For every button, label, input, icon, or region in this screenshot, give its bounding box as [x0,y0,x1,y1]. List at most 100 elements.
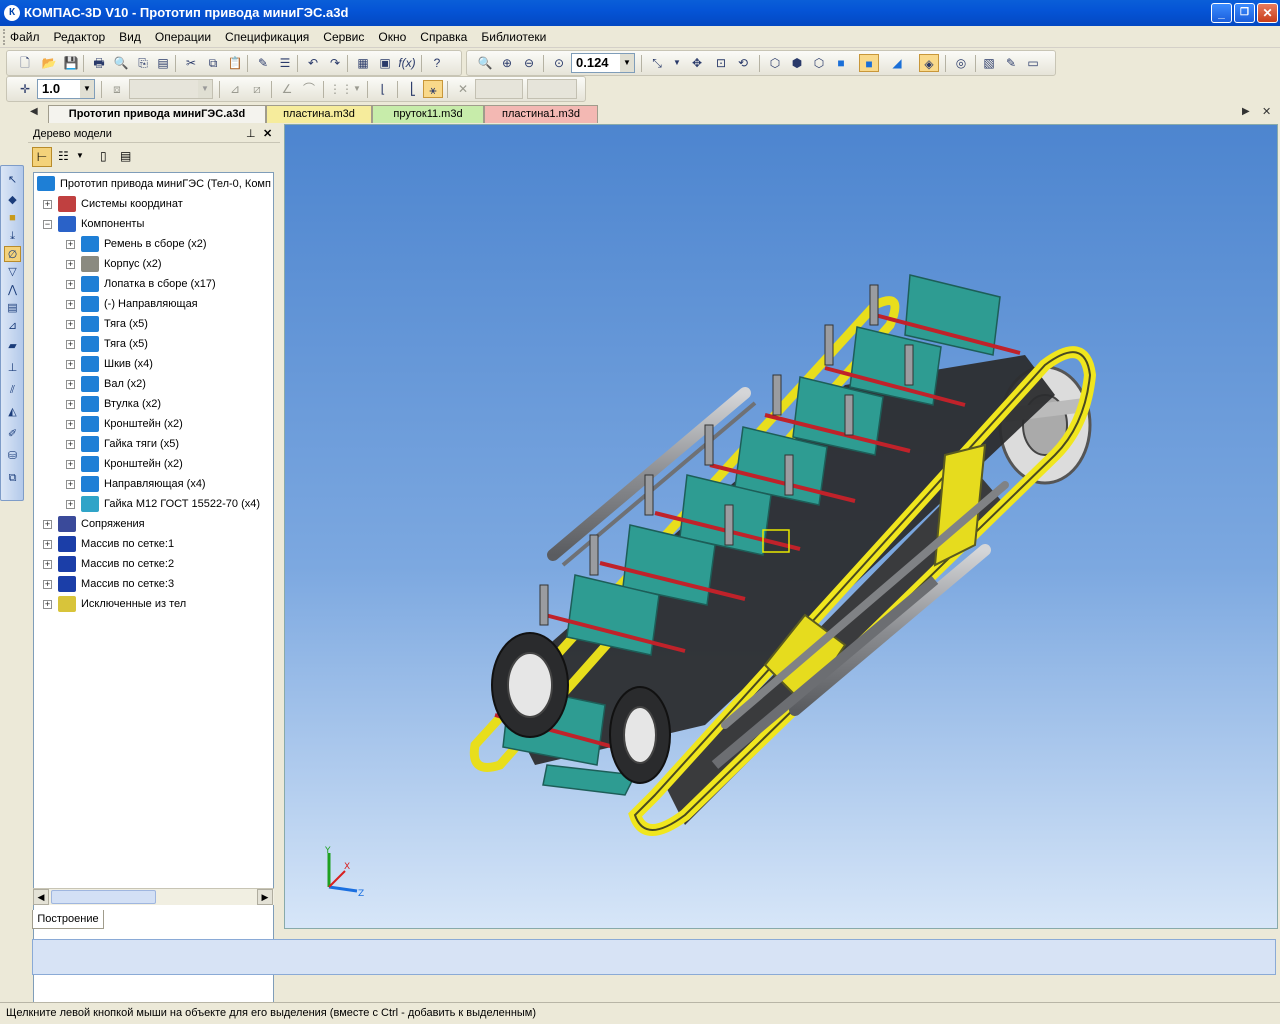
zoom-scale-field[interactable]: 0.124 ▼ [571,53,635,73]
pin-icon[interactable]: ⊥ [246,127,256,140]
expand-icon[interactable]: + [66,380,75,389]
tree-item[interactable]: − Компоненты [34,215,272,233]
cut-icon[interactable]: ✂ [181,54,201,72]
tree-item[interactable]: + Сопряжения [34,515,272,533]
new-document-icon[interactable]: 🗋 [15,54,35,72]
tree-item[interactable]: + Системы координат [34,195,272,213]
tree-item[interactable]: + Кронштейн (x2) [34,455,272,473]
chevron-down-icon[interactable]: ▼ [76,151,84,160]
menu-item[interactable]: Операции [155,30,211,44]
sheet-metal-icon[interactable]: ⛁ [4,448,21,464]
tree-list-icon[interactable]: ▯ [100,149,107,163]
tab-document-assembly[interactable]: Прототип привода миниГЭС.a3d [48,105,266,123]
expand-icon[interactable]: + [66,300,75,309]
ortho-mode-icon[interactable]: ⎣ [403,80,423,98]
dimensions-icon[interactable]: ✐ [4,426,21,442]
tab-document-plastina[interactable]: пластина.m3d [266,105,372,123]
expand-icon[interactable]: + [66,500,75,509]
menu-item[interactable]: Спецификация [225,30,309,44]
zoom-fit-icon[interactable]: ⊡ [711,54,731,72]
open-icon[interactable]: 📂 [39,54,59,72]
specification-icon[interactable]: ▤ [4,300,21,316]
tree-item[interactable]: + Гайка тяги (x5) [34,435,272,453]
tree-item[interactable]: + Массив по сетке:3 [34,575,272,593]
expand-icon[interactable]: + [66,280,75,289]
sketch-icon[interactable]: ◭ [4,404,21,420]
expand-icon[interactable]: + [43,540,52,549]
tree-display-mode-icon[interactable]: ☷ [58,149,69,163]
collapse-icon[interactable]: − [43,220,52,229]
scroll-thumb[interactable] [51,890,156,904]
auxiliary-geometry-icon[interactable]: ⊥ [4,360,21,376]
mates-active-icon[interactable]: ∅ [4,246,21,262]
tree-item[interactable]: + Массив по сетке:1 [34,535,272,553]
perspective-icon[interactable]: ◢ [887,54,907,72]
expand-icon[interactable]: + [66,260,75,269]
line-scale-field[interactable]: 1.0 ▼ [37,79,95,99]
tree-item[interactable]: + Направляющая (x4) [34,475,272,493]
tree-item[interactable]: + Гайка М12 ГОСТ 15522-70 (x4) [34,495,272,513]
tree-item[interactable]: + Тяга (x5) [34,315,272,333]
filter-icon[interactable]: ▽ [4,264,21,280]
3d-viewport[interactable]: Y X Z [284,124,1278,929]
expand-icon[interactable]: + [66,480,75,489]
close-panel-icon[interactable]: ✕ [263,127,272,140]
measure-icon[interactable]: ◎ [951,54,971,72]
tab-construction[interactable]: Построение [32,910,104,929]
variables-icon[interactable]: f(x) [397,54,417,72]
paste-icon[interactable]: 📋 [225,54,245,72]
tree-item[interactable]: + Исключенные из тел [34,595,272,613]
menu-item[interactable]: Редактор [54,30,106,44]
expand-icon[interactable]: + [66,340,75,349]
help-pointer-icon[interactable]: ? [427,54,447,72]
show-all-icon[interactable]: ◈ [919,54,939,72]
tree-item[interactable]: + Лопатка в сборе (x17) [34,275,272,293]
expand-icon[interactable]: + [66,240,75,249]
expand-icon[interactable]: + [66,400,75,409]
close-document-icon[interactable]: ✕ [1262,105,1271,118]
hidden-lines-icon[interactable]: ⬢ [787,54,807,72]
save-icon[interactable]: 💾 [61,54,81,72]
expand-icon[interactable]: + [43,560,52,569]
menu-item[interactable]: Окно [378,30,406,44]
tree-item[interactable]: + Кронштейн (x2) [34,415,272,433]
tree-item[interactable]: + Вал (x2) [34,375,272,393]
tree-item[interactable]: + Шкив (x4) [34,355,272,373]
expand-icon[interactable]: + [43,520,52,529]
wireframe-icon[interactable]: ⬡ [765,54,785,72]
tree-item[interactable]: + Втулка (x2) [34,395,272,413]
menu-item[interactable]: Сервис [323,30,364,44]
print-icon[interactable]: 🖶 [89,54,109,72]
menu-grip[interactable] [3,29,6,45]
zoom-out-icon[interactable]: ⊖ [519,54,539,72]
zoom-window-icon[interactable]: 🔍 [475,54,495,72]
tree-item[interactable]: + Тяга (x5) [34,335,272,353]
copy-icon[interactable]: ⧉ [203,54,223,72]
expand-icon[interactable]: + [66,320,75,329]
kompas-app-icon[interactable]: К [4,5,20,21]
chevron-down-icon[interactable]: ▼ [620,54,634,72]
expand-icon[interactable]: + [66,360,75,369]
menu-item[interactable]: Файл [10,30,40,44]
print-preview-icon[interactable]: 🔍 [111,54,131,72]
tab-document-plastina1[interactable]: пластина1.m3d [484,105,598,123]
shaded-icon[interactable]: ■ [831,54,851,72]
manager-icon[interactable]: ▦ [353,54,373,72]
expand-icon[interactable]: + [43,600,52,609]
chevron-down-icon[interactable]: ▼ [667,54,687,72]
mates-panel-icon[interactable]: ⤓ [4,228,21,244]
pan-icon[interactable]: ✥ [687,54,707,72]
expand-icon[interactable]: + [43,200,52,209]
snap-point-icon[interactable]: ✛ [15,80,35,98]
section-icon[interactable]: ▧ [979,54,999,72]
print-setup-icon[interactable]: ▤ [153,54,173,72]
restore-button[interactable]: ❐ [1234,3,1255,23]
display-panel-icon[interactable]: ▭ [1023,54,1043,72]
properties-list-icon[interactable]: ☰ [275,54,295,72]
tree-item[interactable]: + (-) Направляющая [34,295,272,313]
zoom-in-icon[interactable]: ⊕ [497,54,517,72]
expand-icon[interactable]: + [66,440,75,449]
tree-relations-icon[interactable]: ▤ [120,149,131,163]
orientation-icon[interactable]: ⤡ [647,54,667,72]
tree-structure-icon[interactable]: ⊢ [32,147,52,167]
